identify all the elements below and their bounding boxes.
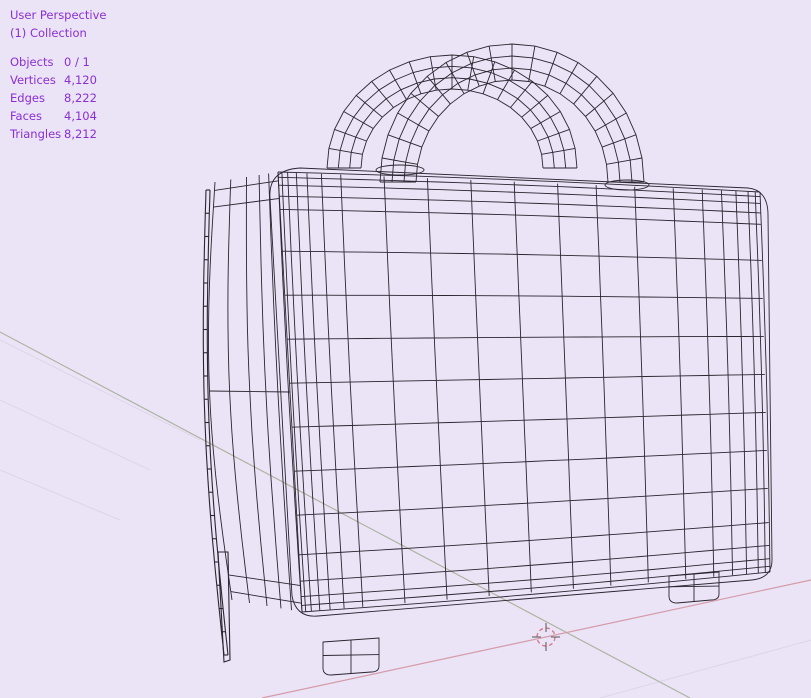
mesh-edge [528, 46, 536, 82]
mesh-edge [306, 173, 331, 610]
viewport-text-overlay: User Perspective (1) Collection Objects 0… [10, 6, 106, 143]
mesh-edge [510, 81, 533, 108]
grid-line [599, 639, 811, 698]
floor-grid [0, 339, 811, 698]
mesh-edge [340, 174, 364, 607]
mesh-edge [387, 134, 422, 148]
mesh-edge [557, 183, 574, 589]
mesh-edge [513, 181, 532, 593]
mesh-edge [701, 189, 715, 577]
grid-line [0, 469, 121, 521]
mesh-edge [291, 411, 766, 428]
mesh-edge [295, 172, 321, 611]
mesh-edge [544, 52, 558, 87]
stat-row: Edges 8,222 [10, 89, 106, 107]
mesh-edge [735, 190, 748, 575]
mesh-edge [530, 111, 561, 129]
mesh-edge [606, 157, 643, 165]
stat-label: Triangles [10, 127, 62, 141]
stat-row: Faces 4,104 [10, 107, 106, 125]
scene-statistics: Objects 0 / 1 Vertices 4,120 Edges 8,222 Fa… [10, 53, 106, 143]
mesh-edge [537, 128, 570, 142]
zipper-pull [217, 551, 231, 663]
scene-canvas[interactable] [0, 0, 811, 698]
mesh-edge [595, 185, 612, 586]
bag-wireframe-mesh[interactable] [202, 43, 773, 676]
mesh-edge [279, 208, 761, 225]
mesh-edge [470, 179, 490, 597]
grid-line [0, 399, 151, 471]
stat-label: Faces [10, 109, 42, 123]
stat-row: Objects 0 / 1 [10, 53, 106, 71]
mesh-edge [672, 188, 687, 580]
mesh-edge [334, 128, 367, 142]
mesh-edge [328, 147, 363, 155]
mesh-edge [294, 449, 767, 472]
mesh-edge [296, 487, 768, 516]
side-panel-wire [208, 171, 303, 613]
mesh-edge [634, 186, 649, 583]
mesh-edge [301, 558, 770, 598]
mesh-edge [559, 62, 579, 94]
stat-value: 0 / 1 [64, 55, 90, 69]
zipper-wire [202, 189, 231, 663]
mesh-edge [301, 565, 770, 606]
mesh-edge [381, 157, 418, 165]
stat-value: 8,222 [64, 91, 97, 105]
mesh-edge [284, 294, 763, 299]
mesh-edge [747, 191, 759, 574]
mesh-edge [426, 178, 448, 600]
collection-name: (1) Collection [10, 26, 87, 40]
mesh-edge [320, 173, 345, 609]
mesh-edge [541, 147, 576, 155]
mesh-edge [371, 81, 394, 108]
stat-value: 8,212 [64, 127, 97, 141]
view-name: User Perspective [10, 8, 107, 22]
mesh-edge [602, 134, 637, 148]
3d-viewport[interactable]: User Perspective (1) Collection Objects 0… [0, 0, 811, 698]
front-handle-wire [375, 43, 650, 191]
mesh-edge [403, 67, 621, 183]
stat-value: 4,120 [64, 73, 97, 87]
stat-label: Objects [10, 55, 54, 69]
bag-body-wire [269, 167, 773, 617]
stat-label: Vertices [10, 73, 56, 87]
stat-label: Edges [10, 91, 45, 105]
mesh-edge [289, 373, 765, 384]
y-axis-line [0, 331, 691, 698]
mesh-edge [383, 176, 406, 604]
mesh-edge [282, 250, 762, 261]
mesh-edge [343, 111, 374, 129]
mesh-edge [754, 191, 766, 573]
stat-row: Vertices 4,120 [10, 71, 106, 89]
stat-row: Triangles 8,212 [10, 125, 106, 143]
mesh-edge [277, 171, 761, 193]
mesh-edge [720, 190, 734, 576]
mesh-edge [287, 335, 764, 340]
body-outline [269, 167, 773, 617]
grid-line [0, 339, 201, 441]
mesh-edge [279, 195, 761, 214]
stat-value: 4,104 [64, 109, 97, 123]
